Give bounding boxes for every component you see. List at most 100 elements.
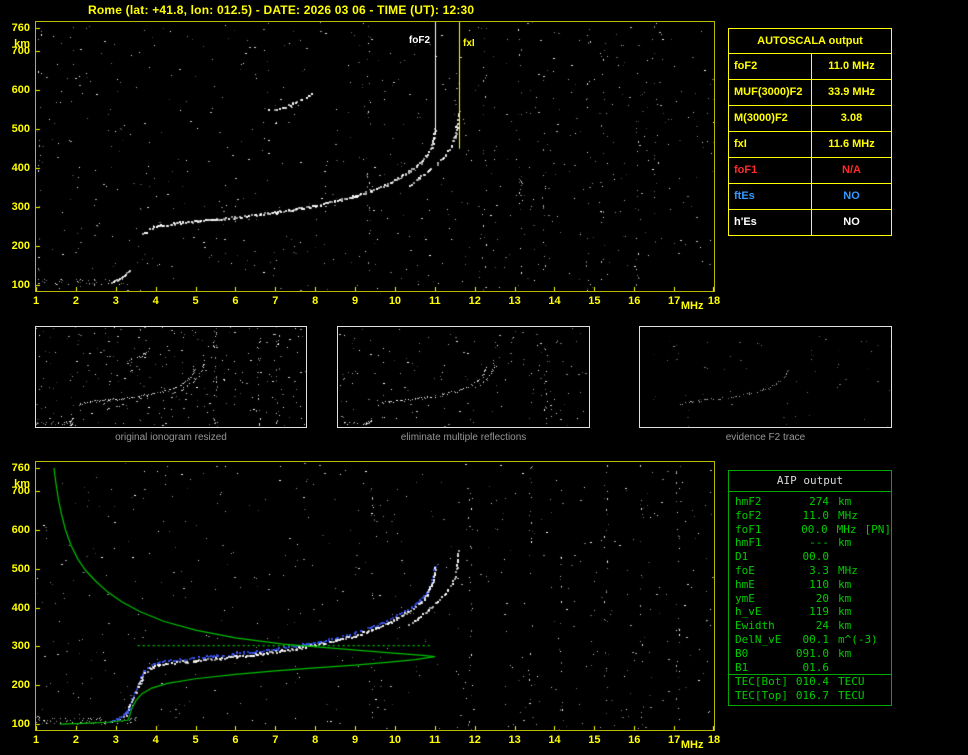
aip-value-hme: 110	[809, 577, 829, 591]
aip-unit-hmf1: km	[838, 536, 852, 550]
aip-unit-tectop: TECU	[838, 689, 865, 703]
y-axis-tick-label-bottom: 600	[11, 523, 30, 536]
aip-unit-hme: km	[838, 577, 852, 591]
aip-value-hmf2: 274	[809, 495, 829, 508]
y-axis-unit-bottom: km	[14, 478, 30, 491]
x-axis-unit-top: MHz	[680, 300, 704, 312]
autoscala-value-fxi: 11.6 MHz	[828, 138, 875, 150]
aip-label-fof1: foF1	[735, 522, 762, 536]
autoscala-row-fof1: foF1 N/A	[729, 158, 891, 184]
thumbnail-eliminate-reflections-canvas	[338, 327, 589, 427]
x-axis-tick-label-top: 12	[468, 295, 481, 307]
aip-output-table: AIP output hmF2 274 km foF2 11.0 MHz foF1 00.0 M…	[728, 470, 892, 706]
x-axis-unit-bottom: MHz	[680, 739, 704, 751]
thumbnail-caption-original: original ionogram resized	[115, 432, 227, 443]
aip-value-fof1: 00.0	[801, 522, 828, 536]
autoscala-label-muf3000f2: MUF(3000)F2	[729, 80, 812, 105]
aip-row-tectop: TEC[Top] 016.7 TECU	[729, 689, 891, 703]
aip-row-fof2: foF2 11.0 MHz	[729, 509, 891, 523]
aip-label-ewidth: Ewidth	[735, 619, 775, 633]
aip-label-foe: foE	[735, 563, 755, 577]
x-axis-tick-label-top: 3	[112, 295, 119, 307]
x-axis-tick-label-bottom: 8	[312, 734, 319, 746]
aip-value-foe: 3.3	[809, 563, 829, 577]
thumbnail-eliminate-reflections	[337, 326, 590, 428]
x-axis-tick-label-top: 11	[428, 295, 441, 307]
aip-label-tectop: TEC[Top]	[735, 689, 788, 703]
aip-value-b0: 091.0	[795, 646, 829, 660]
y-axis-tick-label-bottom: 100	[11, 718, 30, 731]
x-axis-tick-label-bottom: 11	[428, 734, 441, 746]
aip-value-tecbot: 010.4	[795, 675, 829, 689]
aip-note-fof1: [PN]	[864, 522, 892, 536]
x-axis-tick-label-top: 14	[548, 295, 561, 307]
aip-unit-hmf2: km	[838, 495, 852, 508]
y-axis-tick-label-top: 100	[11, 279, 30, 292]
aip-value-ewidth: 24	[815, 619, 829, 633]
autoscala-output-table: AUTOSCALA output foF2 11.0 MHz MUF(3000)F2…	[728, 28, 892, 236]
x-axis-tick-label-bottom: 7	[272, 734, 279, 746]
aip-row-fof1: foF1 00.0 MHz [PN]	[729, 523, 891, 537]
y-axis-tick-label-top: 760	[11, 21, 30, 34]
y-axis-unit-top: km	[14, 38, 30, 51]
x-axis-tick-label-top: 18	[707, 295, 721, 307]
thumbnail-evidence-f2-trace-canvas	[640, 327, 891, 427]
x-axis-tick-label-top: 7	[272, 295, 279, 307]
foF2-marker-label: foF2	[408, 35, 430, 46]
aip-value-hmf1: ---	[809, 536, 829, 550]
x-axis-tick-label-bottom: 15	[588, 734, 601, 746]
y-axis-tick-label-top: 600	[11, 84, 30, 97]
x-axis-tick-label-top: 6	[232, 295, 239, 307]
y-axis-tick-label-top: 500	[11, 123, 30, 136]
aip-label-hme: hmE	[735, 577, 755, 591]
aip-label-b0: B0	[735, 646, 749, 660]
ionogram-top-canvas	[36, 22, 714, 291]
aip-value-tectop: 016.7	[795, 689, 829, 703]
aip-unit-b0: km	[838, 646, 852, 660]
aip-unit-tecbot: TECU	[838, 675, 865, 689]
x-axis-tick-label-top: 1	[32, 295, 40, 307]
aip-row-yme: ymE 20 km	[729, 592, 891, 606]
aip-label-d1: D1	[735, 550, 749, 564]
aip-unit-foe: MHz	[838, 563, 858, 577]
aip-unit-ewidth: km	[838, 619, 852, 633]
autoscala-value-fof1: N/A	[842, 164, 861, 176]
fxI-marker-label: fxI	[463, 38, 475, 49]
autoscala-table-rows: foF2 11.0 MHz MUF(3000)F2 33.9 MHz M(3000)F2…	[729, 54, 891, 235]
thumbnail-caption-evidence: evidence F2 trace	[725, 432, 806, 443]
autoscala-value-hes: NO	[843, 216, 860, 228]
autoscala-row-fof2: foF2 11.0 MHz	[729, 54, 891, 80]
aip-value-fof2: 11.0	[802, 508, 830, 522]
aip-row-hmf2: hmF2 274 km	[729, 495, 891, 509]
aip-label-yme: ymE	[735, 591, 755, 605]
aip-row-d1: D1 00.0	[729, 550, 891, 564]
aip-label-hve: h_vE	[735, 605, 762, 619]
autoscala-value-fof2: 11.0 MHz	[828, 60, 875, 72]
aip-value-delnve: 00.1	[802, 632, 830, 646]
aip-label-b1: B1	[735, 660, 749, 674]
ionogram-top-plot: foF2 fxI	[35, 21, 715, 292]
autoscala-row-m3000f2: M(3000)F2 3.08	[729, 106, 891, 132]
y-axis-tick-label-bottom: 300	[11, 640, 30, 653]
y-axis-tick-label-top: 300	[11, 201, 30, 214]
aip-table-rows: hmF2 274 km foF2 11.0 MHz foF1 00.0 MHz [PN] hmF1 -…	[729, 492, 891, 705]
y-axis-tick-label-top: 700	[11, 45, 30, 58]
aip-unit-hve: km	[838, 605, 852, 619]
aip-unit-d1	[829, 550, 838, 564]
autoscala-value-muf3000f2: 33.9 MHz	[827, 86, 876, 98]
x-axis-tick-label-bottom: 14	[548, 734, 561, 746]
autoscala-table-header: AUTOSCALA output	[729, 29, 891, 54]
x-axis-tick-label-top: 13	[508, 295, 521, 307]
autoscala-row-muf3000f2: MUF(3000)F2 33.9 MHz	[729, 80, 891, 106]
aip-row-hve: h_vE 119 km	[729, 605, 891, 619]
y-axis-tick-label-bottom: 700	[11, 485, 30, 498]
autoscala-row-fxi: fxI 11.6 MHz	[729, 132, 891, 158]
x-axis-tick-label-top: 16	[628, 295, 641, 307]
x-axis-tick-label-bottom: 4	[152, 734, 159, 746]
x-axis-tick-label-top: 15	[588, 295, 601, 307]
aip-value-d1: 00.0	[802, 550, 830, 564]
aip-label-fof2: foF2	[735, 508, 762, 522]
autoscala-label-fof1: foF1	[729, 158, 812, 183]
aip-row-hmf1: hmF1 --- km	[729, 536, 891, 550]
x-axis-tick-label-bottom: 18	[707, 734, 721, 746]
